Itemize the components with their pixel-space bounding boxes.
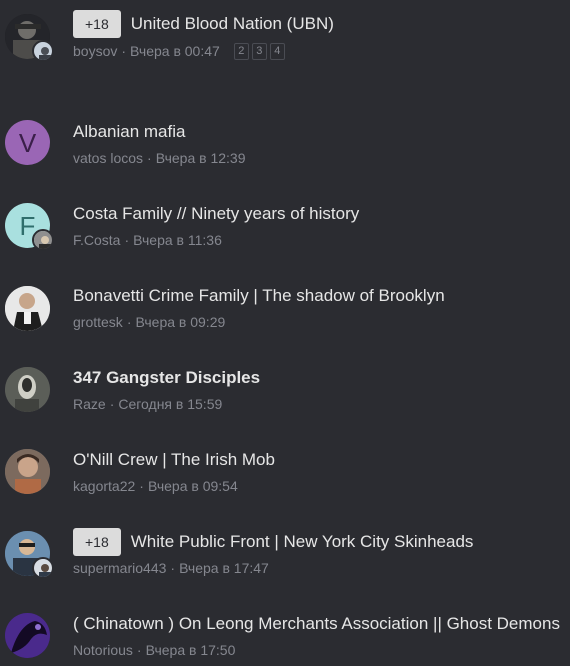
thread-row: V Albanian mafia vatos locos · Вчера в 1…	[0, 118, 570, 178]
last-poster-avatar[interactable]	[32, 40, 54, 62]
meta-separator: ·	[147, 150, 152, 166]
thread-row: O'Nill Crew | The Irish Mob kagorta22 · …	[0, 446, 570, 506]
thread-author[interactable]: Notorious	[73, 642, 133, 658]
thread-author[interactable]: F.Costa	[73, 232, 120, 248]
thread-author[interactable]: vatos locos	[73, 150, 143, 166]
last-poster-avatar[interactable]	[32, 229, 54, 251]
thread-row: +18 United Blood Nation (UBN) boysov · В…	[0, 0, 570, 62]
meta-separator: ·	[109, 396, 115, 412]
thread-time: Вчера в 11:36	[133, 232, 222, 248]
user-avatar[interactable]	[5, 449, 50, 494]
last-poster-avatar[interactable]	[32, 557, 54, 579]
thread-title[interactable]: 347 Gangster Disciples	[73, 368, 260, 388]
meta-separator: ·	[170, 560, 176, 576]
thread-time: Вчера в 17:50	[145, 642, 236, 658]
user-avatar[interactable]	[5, 613, 50, 658]
meta-separator: ·	[136, 642, 142, 658]
thread-prefix-badge[interactable]: +18	[73, 10, 121, 38]
thread-row: ( Chinatown ) On Leong Merchants Associa…	[0, 610, 570, 666]
user-avatar[interactable]: V	[5, 120, 50, 165]
thread-row: 347 Gangster Disciples Raze · Сегодня в …	[0, 364, 570, 424]
thread-time: Вчера в 09:54	[147, 478, 238, 494]
thread-title[interactable]: Albanian mafia	[73, 122, 185, 142]
thread-title[interactable]: Bonavetti Crime Family | The shadow of B…	[73, 286, 445, 306]
thread-author[interactable]: supermario443	[73, 560, 166, 576]
thread-title[interactable]: United Blood Nation (UBN)	[131, 14, 334, 34]
thread-prefix-badge[interactable]: +18	[73, 528, 121, 556]
thread-author[interactable]: boysov	[73, 43, 117, 59]
thread-title[interactable]: Costa Family // Ninety years of history	[73, 204, 359, 224]
meta-separator: ·	[124, 232, 130, 248]
thread-time: Вчера в 00:47	[130, 43, 220, 59]
thread-title[interactable]: O'Nill Crew | The Irish Mob	[73, 450, 275, 470]
thread-time: Сегодня в 15:59	[118, 396, 223, 412]
thread-list: +18 United Blood Nation (UBN) boysov · В…	[0, 0, 570, 666]
meta-separator: ·	[126, 314, 132, 330]
page-link[interactable]: 4	[269, 42, 285, 60]
thread-row: F Costa Family // Ninety years of histor…	[0, 200, 570, 260]
thread-author[interactable]: kagorta22	[73, 478, 135, 494]
page-link[interactable]: 2	[233, 42, 249, 60]
thread-title[interactable]: ( Chinatown ) On Leong Merchants Associa…	[73, 614, 560, 634]
page-link[interactable]: 3	[251, 42, 267, 60]
thread-time: Вчера в 17:47	[179, 560, 269, 576]
thread-author[interactable]: grottesk	[73, 314, 123, 330]
meta-separator: ·	[139, 478, 144, 494]
meta-separator: ·	[121, 43, 127, 59]
user-avatar[interactable]	[5, 286, 50, 331]
thread-time: Вчера в 09:29	[135, 314, 226, 330]
user-avatar[interactable]	[5, 367, 50, 412]
thread-author[interactable]: Raze	[73, 396, 106, 412]
thread-title[interactable]: White Public Front | New York City Skinh…	[131, 532, 474, 552]
thread-time: Вчера в 12:39	[155, 150, 246, 166]
page-links: 2 3 4	[233, 42, 285, 60]
thread-row: +18 White Public Front | New York City S…	[0, 528, 570, 588]
thread-row: Bonavetti Crime Family | The shadow of B…	[0, 282, 570, 342]
avatar-letter: V	[18, 127, 37, 158]
